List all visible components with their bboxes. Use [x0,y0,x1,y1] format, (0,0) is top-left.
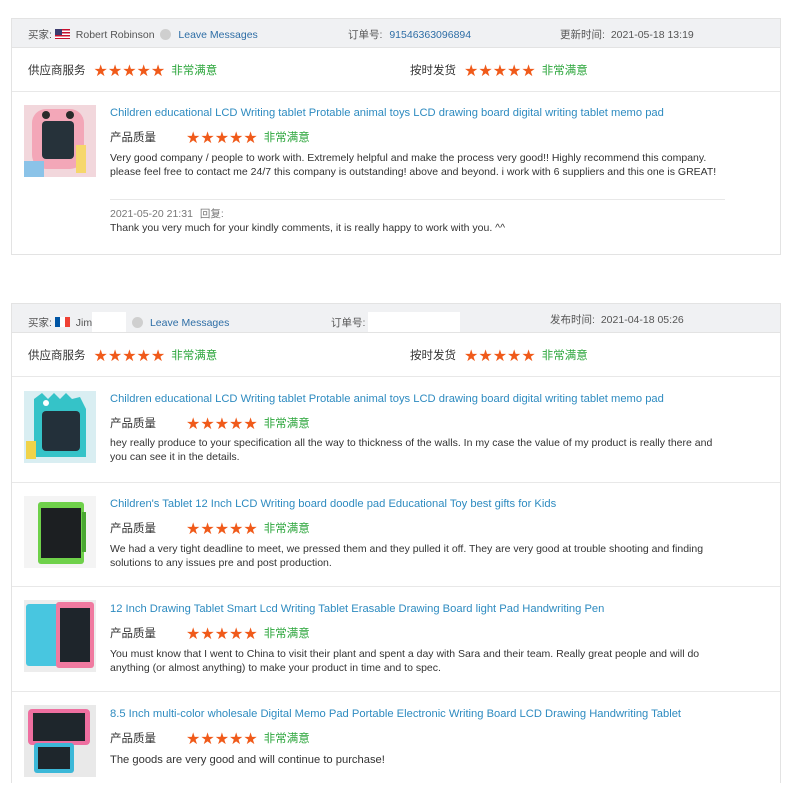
seller-reply: Thank you very much for your kindly comm… [110,222,506,234]
product-thumbnail[interactable] [24,391,96,463]
product-title-link[interactable]: Children educational LCD Writing tablet … [110,393,664,405]
star-rating: ★★★★★ [93,348,166,365]
product-quality-rating: 产品质量 ★★★★★ 非常满意 [110,730,310,748]
review-comment: The goods are very good and will continu… [110,754,385,766]
time-value: 2021-05-18 13:19 [610,29,694,41]
rating-text: 非常满意 [171,350,218,362]
order-label: 订单号: [331,317,366,329]
product-title-link[interactable]: 8.5 Inch multi-color wholesale Digital M… [110,708,681,720]
product-quality-rating: 产品质量 ★★★★★ 非常满意 [110,625,310,643]
buyer-name: Robert Robinson [75,29,155,41]
star-rating: ★★★★★ [186,731,258,748]
rating-text: 非常满意 [263,523,310,535]
quality-label: 产品质量 [110,418,156,430]
quality-label: 产品质量 [110,523,156,535]
time-label: 发布时间: [550,314,595,326]
delivery-label: 按时发货 [410,65,456,77]
fr-flag-icon [54,317,70,327]
quality-label: 产品质量 [110,132,156,144]
star-rating: ★★★★★ [186,130,258,147]
review-header: 买家: Robert Robinson Leave Messages 订单号: … [12,19,780,48]
product-title-link[interactable]: 12 Inch Drawing Tablet Smart Lcd Writing… [110,603,604,615]
product-title-link[interactable]: Children educational LCD Writing tablet … [110,107,664,119]
rating-text: 非常满意 [263,132,310,144]
divider [110,199,725,200]
rating-text: 非常满意 [541,65,588,77]
service-ratings: 供应商服务 ★★★★★ 非常满意 按时发货 ★★★★★ 非常满意 [12,48,780,92]
on-time-delivery-rating: 按时发货 ★★★★★ 非常满意 [410,62,588,80]
time-value: 2021-04-18 05:26 [600,314,684,326]
product-review: 12 Inch Drawing Tablet Smart Lcd Writing… [12,588,780,692]
product-thumbnail[interactable] [24,600,96,672]
review-card: 买家: Robert Robinson Leave Messages 订单号: … [11,18,781,255]
buyer-name: Jim [75,317,93,329]
product-review: Children educational LCD Writing tablet … [12,378,780,483]
supplier-service-rating: 供应商服务 ★★★★★ 非常满意 [28,62,217,80]
us-flag-icon [54,29,70,39]
supplier-service-label: 供应商服务 [28,65,86,77]
star-rating: ★★★★★ [186,626,258,643]
product-review: Children educational LCD Writing tablet … [12,93,780,255]
reply-date: 2021-05-20 21:31 [110,208,193,220]
review-header: 买家: Jim Leave Messages 订单号: 发布时间: 2021-0… [12,304,780,333]
product-review: Children's Tablet 12 Inch LCD Writing bo… [12,484,780,587]
leave-messages-link[interactable]: Leave Messages [178,29,257,41]
rating-text: 非常满意 [541,350,588,362]
review-comment: You must know that I went to China to vi… [110,648,700,674]
supplier-service-rating: 供应商服务 ★★★★★ 非常满意 [28,347,217,365]
reply-meta: 2021-05-20 21:31 回复: [110,206,224,221]
star-rating: ★★★★★ [93,63,166,80]
product-quality-rating: 产品质量 ★★★★★ 非常满意 [110,415,310,433]
rating-text: 非常满意 [263,418,310,430]
reply-label: 回复: [199,208,224,220]
buyer-label: 买家: [28,29,52,41]
review-comment: hey really produce to your specification… [110,437,713,463]
redacted-order-number [368,312,461,332]
delivery-label: 按时发货 [410,350,456,362]
review-comment: We had a very tight deadline to meet, we… [110,543,704,569]
time-label: 更新时间: [560,29,605,41]
product-thumbnail[interactable] [24,496,96,568]
leave-messages-link[interactable]: Leave Messages [150,317,229,329]
order-label: 订单号: [348,29,383,41]
star-rating: ★★★★★ [464,63,536,80]
product-thumbnail[interactable] [24,705,96,777]
review-comment: Very good company / people to work with.… [110,152,717,178]
chat-icon[interactable] [132,317,144,328]
review-card: 买家: Jim Leave Messages 订单号: 发布时间: 2021-0… [11,303,781,783]
product-quality-rating: 产品质量 ★★★★★ 非常满意 [110,129,310,147]
quality-label: 产品质量 [110,733,156,745]
rating-text: 非常满意 [171,65,218,77]
product-review: 8.5 Inch multi-color wholesale Digital M… [12,693,780,784]
star-rating: ★★★★★ [186,416,258,433]
rating-text: 非常满意 [263,733,310,745]
order-number-link[interactable]: 91546363096894 [389,29,471,41]
chat-icon[interactable] [160,29,172,40]
star-rating: ★★★★★ [464,348,536,365]
redacted-name [92,312,127,332]
product-title-link[interactable]: Children's Tablet 12 Inch LCD Writing bo… [110,498,556,510]
on-time-delivery-rating: 按时发货 ★★★★★ 非常满意 [410,347,588,365]
buyer-label: 买家: [28,317,52,329]
service-ratings: 供应商服务 ★★★★★ 非常满意 按时发货 ★★★★★ 非常满意 [12,333,780,377]
quality-label: 产品质量 [110,628,156,640]
product-quality-rating: 产品质量 ★★★★★ 非常满意 [110,520,310,538]
supplier-service-label: 供应商服务 [28,350,86,362]
rating-text: 非常满意 [263,628,310,640]
star-rating: ★★★★★ [186,521,258,538]
product-thumbnail[interactable] [24,105,96,177]
